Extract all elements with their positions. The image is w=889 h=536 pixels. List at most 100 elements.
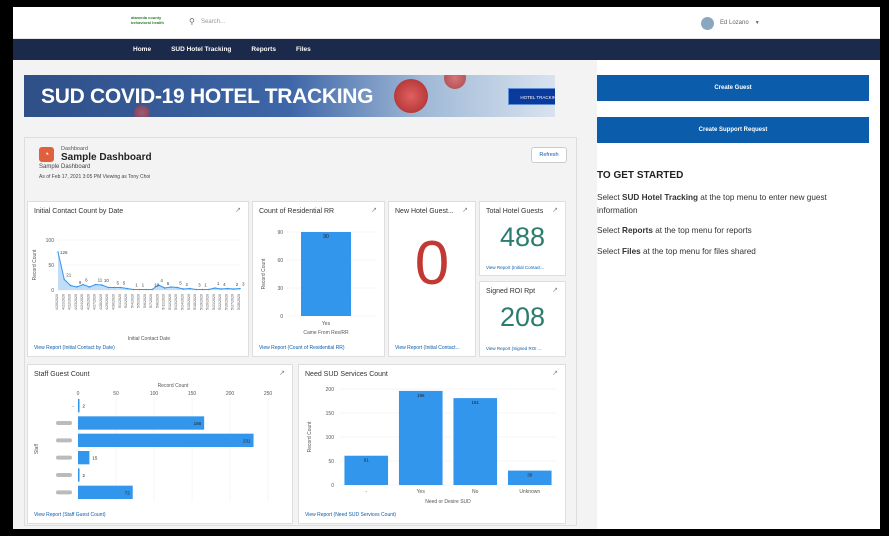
y-axis-label: Record Count [307, 421, 313, 452]
create-support-request-button[interactable]: Create Support Request [597, 117, 869, 143]
view-report-link[interactable]: View Report (Initial Contact by Date) [34, 345, 115, 351]
nav-sud-hotel-tracking[interactable]: SUD Hotel Tracking [171, 46, 231, 53]
data-point [145, 288, 147, 291]
x-tick-label: 5/18/2020 [193, 294, 197, 310]
y-tick-label: - [72, 404, 74, 410]
nav-reports[interactable]: Reports [251, 46, 276, 53]
expand-icon[interactable]: ↗ [552, 286, 558, 294]
signed-roi-card: Signed ROI Rpt ↗ 208 View Report (Signed… [479, 281, 566, 357]
x-tick-label: 5/22/2020 [218, 294, 222, 310]
card-title: Total Hotel Guests [486, 208, 544, 215]
line-text: at the top menu for files shared [640, 247, 756, 256]
dashboard-icon: ◔ [39, 147, 54, 162]
view-report-link[interactable]: View Report (Initial Contact... [486, 265, 544, 270]
hotel-tracking-button[interactable]: HOTEL TRACKING [508, 88, 555, 105]
x-tick-label: 0 [77, 391, 80, 397]
view-report-link[interactable]: View Report (Count of Residential RR) [259, 345, 345, 351]
card-title: Signed ROI Rpt [486, 288, 536, 295]
y-axis-label: Record Count [32, 249, 38, 280]
x-tick-label: - [365, 489, 367, 495]
data-label: 3 [242, 282, 245, 287]
data-point [239, 287, 241, 290]
residential-chart: 90 60 30 0 Record Count 90 Yes Came From Res/RR [261, 230, 377, 336]
data-label: 4 [223, 282, 226, 287]
data-point [214, 287, 216, 289]
x-axis-label: Need or Desire SUD [425, 499, 471, 505]
expand-icon[interactable]: ↗ [552, 206, 558, 214]
card-title: Initial Contact Count by Date [34, 208, 124, 215]
line-text: Select [597, 247, 623, 256]
y-tick-label: 30 [277, 286, 283, 292]
need-sud-card: Need SUD Services Count ↗ 200 150 100 50 0 Re… [298, 364, 566, 524]
expand-icon[interactable]: ↗ [235, 206, 241, 214]
data-point [138, 288, 141, 291]
bar [78, 433, 254, 447]
y-tick-label: 50 [48, 263, 54, 269]
x-tick-label: 5/20/2020 [206, 294, 210, 310]
data-label: 2 [236, 282, 239, 287]
y-axis-label: Staff [34, 443, 40, 454]
x-tick-label: 5/26/2020 [224, 294, 228, 310]
redacted-label [56, 438, 72, 443]
nav-files[interactable]: Files [296, 46, 311, 53]
search-input[interactable]: ⚲ Search... [185, 15, 345, 31]
data-point [232, 288, 235, 290]
area-fill [58, 252, 240, 290]
get-started-line-2: Select Reports at the top menu for repor… [597, 224, 867, 237]
data-point [101, 284, 103, 286]
x-tick-label: 250 [264, 391, 273, 397]
data-point [107, 286, 110, 289]
y-tick-label: 0 [331, 483, 334, 489]
expand-icon[interactable]: ↗ [462, 206, 468, 214]
staff-guest-chart: Record Count 0 50 100 150 200 250 Staff 2 - 166 231… [34, 383, 273, 501]
data-point [94, 283, 97, 286]
series-line [57, 251, 241, 290]
view-report-link[interactable]: View Report (Initial Contact... [395, 345, 460, 351]
x-tick-label: Yes [322, 321, 331, 327]
data-label: 166 [194, 421, 202, 426]
main-nav: Home SUD Hotel Tracking Reports Files [13, 39, 880, 60]
x-tick-label: 4/27/2020 [93, 294, 97, 310]
data-point [132, 288, 135, 291]
total-guests-value: 488 [499, 222, 546, 252]
nav-home[interactable]: Home [133, 46, 151, 53]
data-point [126, 287, 128, 290]
expand-icon[interactable]: ↗ [552, 369, 558, 377]
dashboard-title: Sample Dashboard [61, 152, 152, 163]
search-icon: ⚲ [189, 17, 195, 26]
bar [78, 468, 80, 482]
x-tick-label: 5/8/2020 [155, 294, 159, 308]
x-tick-label: 4/21/2020 [61, 294, 65, 310]
top-header: alameda county behavioral health ⚲ Searc… [13, 7, 880, 39]
x-tick-label: 4/29/2020 [105, 294, 109, 310]
expand-icon[interactable]: ↗ [279, 369, 285, 377]
x-tick-label: 5/15/2020 [187, 294, 191, 310]
card-title: Need SUD Services Count [305, 371, 388, 378]
org-logo[interactable]: alameda county behavioral health [131, 15, 171, 31]
view-report-link[interactable]: View Report (Signed ROI ... [486, 346, 541, 351]
x-tick-label: 4/24/2020 [80, 294, 84, 310]
view-report-link[interactable]: View Report (Staff Guest Count) [34, 512, 106, 518]
data-label: 3 [198, 283, 201, 288]
view-report-link[interactable]: View Report (Need SUD Services Count) [305, 512, 396, 518]
data-point [170, 286, 172, 288]
virus-graphic [394, 79, 428, 113]
data-point [195, 288, 197, 291]
data-label: 181 [471, 400, 479, 405]
x-tick-label: 150 [188, 391, 197, 397]
dashboard: ◔ Dashboard Sample Dashboard Sample Dash… [24, 137, 577, 526]
avatar [701, 16, 714, 30]
y-axis-label: Record Count [261, 258, 267, 289]
x-axis-label: Came From Res/RR [303, 330, 349, 336]
user-menu[interactable]: Ed Lozano ▼ [701, 14, 760, 32]
create-guest-button[interactable]: Create Guest [597, 75, 869, 101]
data-point [176, 286, 179, 289]
refresh-button[interactable]: Refresh [531, 147, 567, 163]
data-point [76, 286, 78, 288]
y-tick-label: 150 [326, 411, 335, 417]
data-label: 30 [527, 473, 533, 478]
expand-icon[interactable]: ↗ [371, 206, 377, 214]
bar [453, 398, 498, 485]
data-label: 5 [123, 281, 126, 286]
x-tick-label: 5/7/2020 [149, 294, 153, 308]
